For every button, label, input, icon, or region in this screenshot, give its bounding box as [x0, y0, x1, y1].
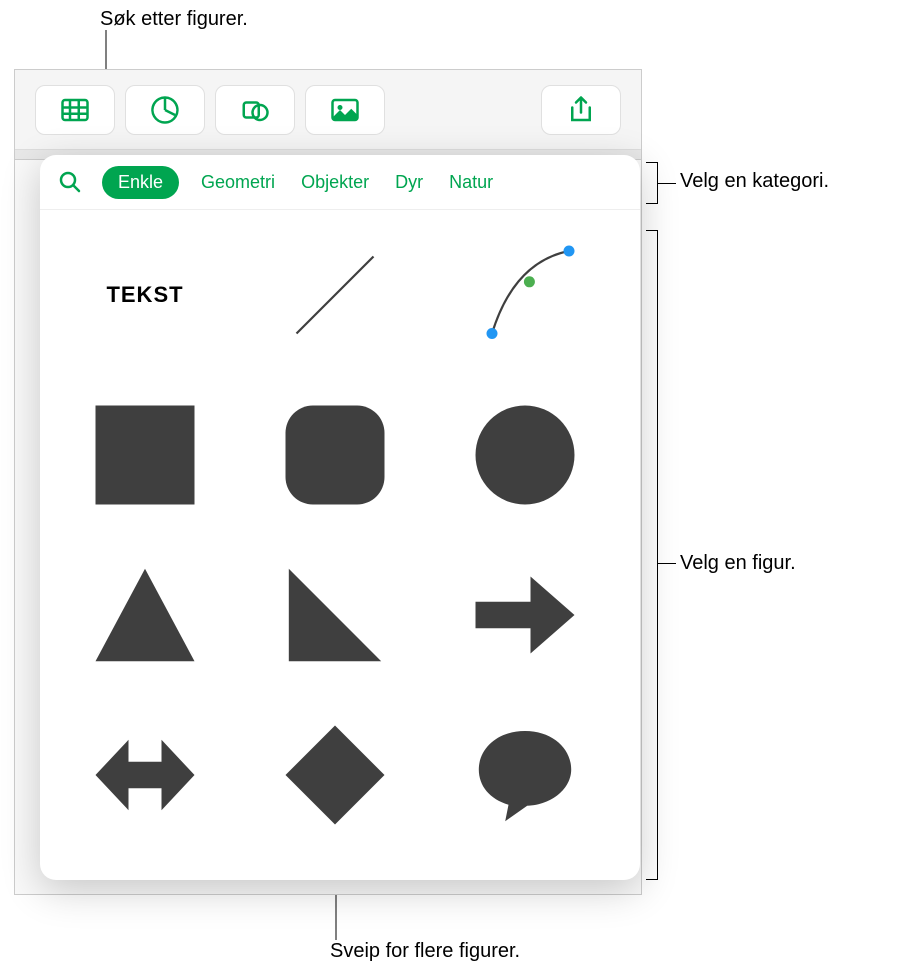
shape-pentagon[interactable] — [260, 870, 410, 880]
category-tab-dyr[interactable]: Dyr — [391, 166, 427, 199]
toolbar — [15, 70, 641, 150]
share-icon — [566, 95, 596, 125]
line-icon — [280, 240, 390, 350]
category-tab-enkle[interactable]: Enkle — [102, 166, 179, 199]
category-bar: Enkle Geometri Objekter Dyr Natur — [40, 155, 640, 210]
bracket-shape-line — [658, 563, 676, 564]
bracket-category — [646, 162, 658, 204]
media-icon — [330, 95, 360, 125]
callout-category: Velg en kategori. — [680, 170, 829, 193]
table-button[interactable] — [35, 85, 115, 135]
circle-icon — [470, 400, 580, 510]
chart-icon — [150, 95, 180, 125]
double-arrow-icon — [90, 720, 200, 830]
shape-star[interactable] — [450, 870, 600, 880]
share-button[interactable] — [541, 85, 621, 135]
shapes-button[interactable] — [215, 85, 295, 135]
shape-text-label: TEKST — [106, 282, 183, 308]
callout-shape: Velg en figur. — [680, 552, 796, 575]
shapes-icon — [240, 95, 270, 125]
shapes-popover: Enkle Geometri Objekter Dyr Natur TEKST — [40, 155, 640, 880]
bracket-shape — [646, 230, 658, 880]
shape-right-triangle[interactable] — [260, 550, 410, 680]
shape-square[interactable] — [70, 390, 220, 520]
triangle-icon — [90, 560, 200, 670]
shape-arrow-right[interactable] — [450, 550, 600, 680]
diamond-icon — [280, 720, 390, 830]
table-icon — [60, 95, 90, 125]
shape-double-arrow[interactable] — [70, 710, 220, 840]
shapes-grid[interactable]: TEKST — [40, 210, 640, 880]
shape-triangle[interactable] — [70, 550, 220, 680]
rounded-square-icon — [280, 400, 390, 510]
callout-search: Søk etter figurer. — [100, 8, 248, 31]
right-triangle-icon — [280, 560, 390, 670]
speech-bubble-icon — [470, 720, 580, 830]
shape-callout[interactable] — [70, 870, 220, 880]
search-icon — [58, 170, 82, 194]
popover-arrow — [320, 155, 344, 157]
search-button[interactable] — [56, 168, 84, 196]
shape-circle[interactable] — [450, 390, 600, 520]
shape-diamond[interactable] — [260, 710, 410, 840]
chart-button[interactable] — [125, 85, 205, 135]
category-tab-objekter[interactable]: Objekter — [297, 166, 373, 199]
shape-speech-bubble[interactable] — [450, 710, 600, 840]
shape-curve[interactable] — [450, 230, 600, 360]
category-tab-geometri[interactable]: Geometri — [197, 166, 279, 199]
square-icon — [90, 400, 200, 510]
shape-rounded-square[interactable] — [260, 390, 410, 520]
shape-line[interactable] — [260, 230, 410, 360]
callout-swipe: Sveip for flere figurer. — [330, 940, 520, 963]
bracket-category-line — [658, 183, 676, 184]
media-button[interactable] — [305, 85, 385, 135]
category-tab-natur[interactable]: Natur — [445, 166, 497, 199]
shape-text[interactable]: TEKST — [70, 230, 220, 360]
arrow-right-icon — [470, 560, 580, 670]
curve-icon — [470, 240, 580, 350]
